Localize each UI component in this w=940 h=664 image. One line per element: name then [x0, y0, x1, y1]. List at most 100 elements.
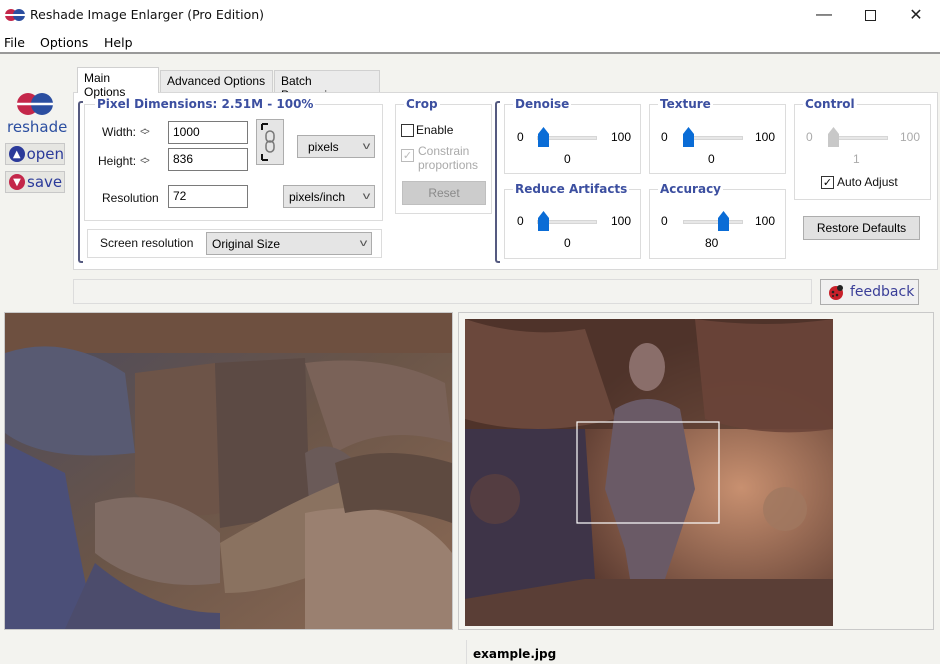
texture-min: 0 [661, 130, 668, 144]
height-label: Height: [98, 154, 137, 168]
tab-main-options[interactable]: Main Options [77, 67, 159, 99]
auto-adjust-checkbox[interactable]: ✓ Auto Adjust [821, 175, 898, 189]
control-value: 1 [853, 152, 860, 166]
app-window: Reshade Image Enlarger (Pro Edition) — ✕… [0, 0, 940, 664]
brand-name: reshade [7, 118, 68, 136]
menu-options[interactable]: Options [40, 35, 88, 50]
tab-advanced-options[interactable]: Advanced Options [160, 70, 273, 92]
control-min: 0 [806, 130, 813, 144]
zoom-preview-frame [4, 312, 453, 630]
accuracy-min: 0 [661, 214, 668, 228]
control-title: Control [803, 97, 857, 111]
tab-batch-processing[interactable]: Batch Processing [274, 70, 380, 102]
constrain-label-line2: proportions [418, 158, 479, 172]
reduce-artifacts-group: Reduce Artifacts 0 100 0 [504, 182, 641, 259]
denoise-min: 0 [517, 130, 524, 144]
menu-file[interactable]: File [4, 35, 25, 50]
maximize-icon [864, 9, 876, 21]
texture-value: 0 [708, 152, 715, 166]
control-group: Control 0 100 1 ✓ Auto Adjust [794, 97, 931, 200]
texture-slider-thumb[interactable] [683, 127, 694, 147]
bracket-decoration [78, 101, 83, 263]
constrain-link-toggle[interactable] [256, 119, 284, 165]
denoise-slider-thumb[interactable] [538, 127, 549, 147]
main-options-panel: Pixel Dimensions: 2.51M - 100% Width: <>… [73, 92, 938, 270]
reduce-artifacts-min: 0 [517, 214, 524, 228]
save-label: save [27, 173, 63, 191]
screen-resolution-label: Screen resolution [100, 236, 194, 250]
resolution-input[interactable]: 72 [168, 185, 248, 208]
window-title: Reshade Image Enlarger (Pro Edition) [30, 7, 265, 22]
full-preview-image[interactable] [465, 319, 833, 626]
accuracy-slider-thumb[interactable] [718, 211, 729, 231]
menu-help[interactable]: Help [104, 35, 133, 50]
open-icon: ▲ [9, 146, 25, 162]
save-button[interactable]: ▼ save [5, 171, 65, 193]
screen-resolution-dropdown[interactable]: Original Size v [206, 232, 372, 255]
check-icon: ✓ [401, 149, 414, 162]
open-button[interactable]: ▲ open [5, 143, 65, 165]
zoom-preview-image[interactable] [5, 313, 452, 629]
accuracy-slider-track[interactable] [683, 220, 743, 224]
width-input[interactable]: 1000 [168, 121, 248, 144]
crop-enable-checkbox[interactable]: Enable [401, 123, 453, 137]
accuracy-title: Accuracy [658, 182, 724, 196]
crop-reset-button[interactable]: Reset [402, 181, 486, 205]
title-bar: Reshade Image Enlarger (Pro Edition) — ✕ [0, 0, 940, 30]
denoise-max: 100 [611, 130, 632, 144]
feedback-label: feedback [850, 284, 915, 300]
screen-resolution-group: Screen resolution Original Size v [87, 229, 382, 258]
ladybug-icon [829, 285, 843, 300]
close-button[interactable]: ✕ [893, 0, 939, 30]
unit-dropdown[interactable]: pixels v [297, 135, 375, 158]
reduce-artifacts-value: 0 [564, 236, 571, 250]
menu-bar: File Options Help [0, 30, 940, 54]
check-icon: ✓ [821, 175, 834, 189]
maximize-button[interactable] [847, 0, 893, 30]
chevron-down-icon: v [362, 141, 371, 152]
chain-link-icon [261, 123, 275, 161]
restore-defaults-button[interactable]: Restore Defaults [803, 216, 920, 240]
progress-bar [73, 279, 812, 304]
width-label: Width: [102, 125, 137, 139]
height-link-icon: <> [140, 155, 150, 167]
crop-title: Crop [404, 97, 440, 111]
constrain-label-line1: Constrain [418, 144, 470, 158]
control-max: 100 [900, 130, 921, 144]
auto-adjust-label: Auto Adjust [837, 175, 898, 189]
pixel-dimensions-title: Pixel Dimensions: 2.51M - 100% [95, 97, 316, 111]
crop-enable-label: Enable [416, 123, 454, 137]
texture-group: Texture 0 100 0 [649, 97, 786, 174]
height-input[interactable]: 836 [168, 148, 248, 171]
denoise-value: 0 [564, 152, 571, 166]
resolution-unit-dropdown[interactable]: pixels/inch v [283, 185, 375, 208]
constrain-proportions-checkbox[interactable]: ✓ Constrain proportions [401, 144, 478, 172]
texture-title: Texture [658, 97, 713, 111]
denoise-group: Denoise 0 100 0 [504, 97, 641, 174]
checkbox-box [401, 123, 414, 137]
denoise-title: Denoise [513, 97, 572, 111]
minimize-button[interactable]: — [801, 0, 847, 30]
open-label: open [26, 145, 64, 163]
chevron-down-icon: v [359, 238, 368, 249]
reduce-artifacts-slider-thumb[interactable] [538, 211, 549, 231]
screen-resolution-value: Original Size [212, 236, 281, 251]
feedback-button[interactable]: feedback [820, 279, 919, 305]
resolution-unit-value: pixels/inch [289, 189, 346, 204]
full-preview-frame [458, 312, 934, 630]
resolution-label: Resolution [102, 191, 159, 205]
save-icon: ▼ [9, 174, 25, 190]
width-link-icon: <> [140, 126, 150, 138]
accuracy-value: 80 [705, 236, 719, 250]
reshade-logo-icon [17, 93, 53, 115]
pixel-dimensions-group: Pixel Dimensions: 2.51M - 100% Width: <>… [84, 97, 383, 221]
chevron-down-icon: v [362, 191, 371, 202]
accuracy-group: Accuracy 0 100 80 [649, 182, 786, 259]
bracket-decoration [495, 101, 500, 263]
unit-value: pixels [308, 139, 339, 154]
control-slider-thumb[interactable] [828, 127, 839, 147]
accuracy-max: 100 [755, 214, 776, 228]
reduce-artifacts-max: 100 [611, 214, 632, 228]
reduce-artifacts-title: Reduce Artifacts [513, 182, 630, 196]
crop-group: Crop Enable ✓ Constrain proportions Rese… [395, 97, 492, 214]
